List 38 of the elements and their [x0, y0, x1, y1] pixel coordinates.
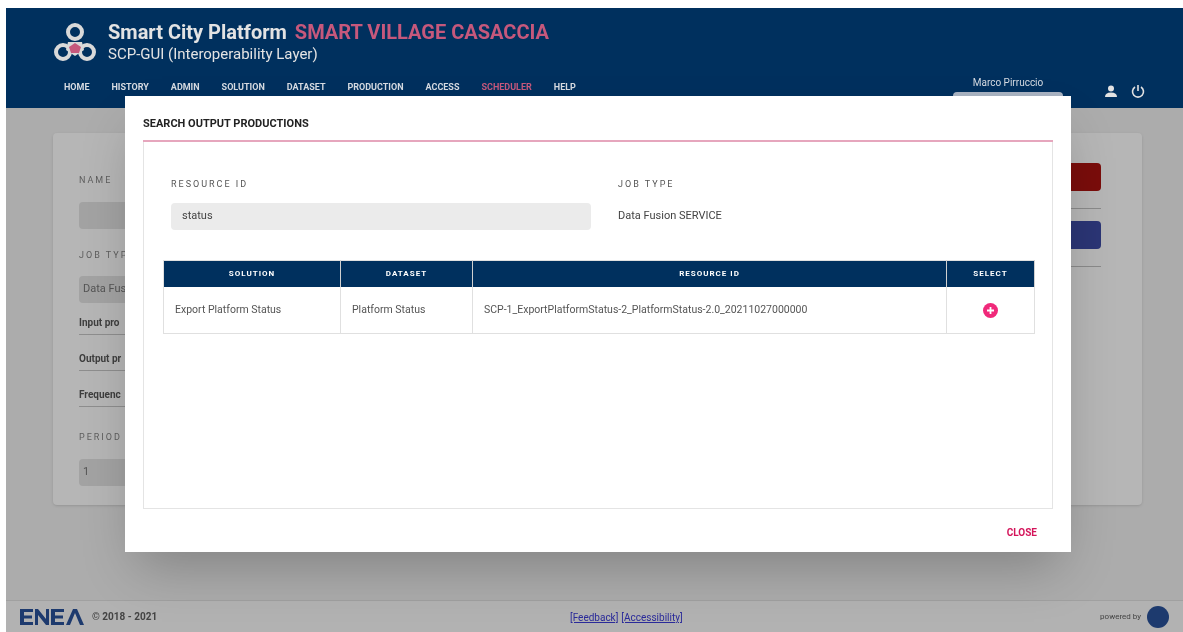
copyright-text: © 2018 - 2021	[92, 610, 158, 624]
form-field[interactable]	[79, 201, 125, 229]
resource-id-field[interactable]: status	[171, 203, 591, 230]
nav-tab[interactable]: SOLUTION	[221, 80, 265, 95]
nav-tab[interactable]: HOME	[64, 80, 90, 95]
field-label: JOB TYPE	[618, 177, 675, 191]
table-cell: Platform Status	[340, 287, 473, 333]
app-subtitle: SCP-GUI (Interoperability Layer)	[108, 45, 319, 64]
footer-link[interactable]: [Accessibility]	[621, 610, 683, 625]
nav-tab[interactable]: PRODUCTION	[347, 80, 404, 95]
field-label: RESOURCE ID	[171, 177, 249, 191]
field-label: NAME	[79, 174, 114, 187]
nav-tab[interactable]: HISTORY	[111, 80, 149, 95]
nav-tab[interactable]: ADMIN	[170, 80, 200, 95]
column-header: SOLUTION	[163, 260, 341, 287]
table-cell: Export Platform Status	[163, 287, 341, 333]
partner-logo	[1147, 605, 1169, 628]
column-header: DATASET	[340, 260, 473, 287]
job-type-value: Data Fusion SERVICE	[618, 208, 722, 224]
nav-tab[interactable]: DATASET	[286, 80, 326, 95]
column-header: RESOURCE ID	[472, 260, 947, 287]
user-name: Marco Pirruccio	[972, 76, 1044, 90]
table-cell: SCP-1_ExportPlatformStatus-2_PlatformStatus-2.0_20211027000000	[472, 287, 947, 333]
powered-by-text: powered by	[1100, 610, 1141, 623]
user-icon[interactable]	[1105, 85, 1117, 97]
logo-icon	[54, 22, 96, 61]
close-button[interactable]: CLOSE	[1006, 524, 1037, 540]
footer-link[interactable]: [Feedback]	[570, 610, 619, 625]
nav-tab[interactable]: ACCESS	[425, 80, 460, 95]
site-name: SMART VILLAGE CASACCIA	[294, 20, 549, 45]
add-icon[interactable]	[983, 303, 998, 318]
enea-logo	[20, 607, 84, 626]
field-label: PERIOD	[79, 431, 123, 444]
column-header: SELECT	[946, 260, 1035, 287]
nav-tab[interactable]: HELP	[553, 80, 576, 95]
app-title: Smart City Platform	[108, 20, 287, 45]
power-icon[interactable]	[1131, 84, 1145, 98]
dialog-title: SEARCH OUTPUT PRODUCTIONS	[143, 116, 309, 132]
